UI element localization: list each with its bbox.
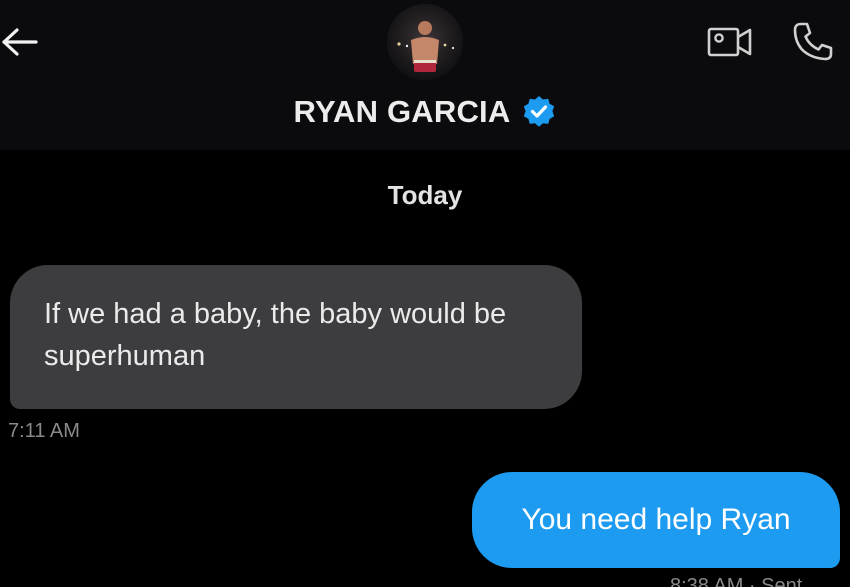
contact-avatar[interactable] xyxy=(387,4,463,80)
incoming-message-timestamp: 7:11 AM xyxy=(8,420,80,442)
back-button[interactable] xyxy=(0,22,44,62)
verified-badge-icon xyxy=(522,95,556,129)
conversation-header: RYAN GARCIA xyxy=(0,0,850,150)
outgoing-message-bubble[interactable]: You need help Ryan xyxy=(472,472,840,568)
contact-title[interactable]: RYAN GARCIA xyxy=(0,92,850,132)
outgoing-message-status: 8:38 AM · Sent xyxy=(670,575,803,587)
date-separator: Today xyxy=(387,180,463,210)
video-call-button[interactable] xyxy=(706,24,754,60)
arrow-left-icon xyxy=(2,28,38,56)
dm-conversation-screen: RYAN GARCIA Today If we had a baby, the … xyxy=(0,0,850,587)
voice-call-button[interactable] xyxy=(790,19,836,65)
incoming-message-bubble[interactable]: If we had a baby, the baby would be supe… xyxy=(10,265,582,409)
contact-name: RYAN GARCIA xyxy=(293,94,511,129)
video-camera-icon xyxy=(707,27,752,57)
phone-icon xyxy=(793,22,833,61)
